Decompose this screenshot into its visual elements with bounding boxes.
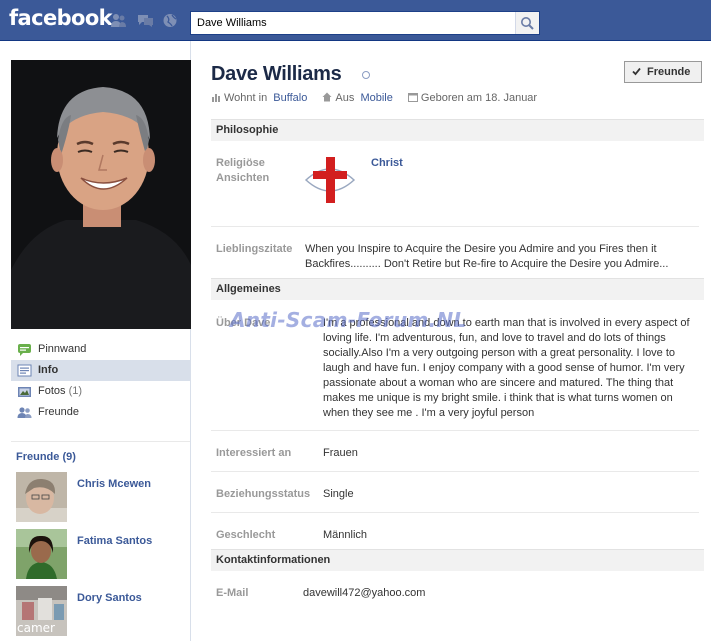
religion-cross-icon [303,154,357,206]
nav-item-freunde[interactable]: Freunde [11,402,190,423]
relationship-value: Single [323,488,354,500]
profile-main: Dave Williams Freunde Wohnt in Buffalo A… [211,41,704,641]
quotes-label: Lieblingszitate [216,243,293,255]
friends-box-header[interactable]: Freunde (9) [16,451,76,463]
gender-label: Geschlecht [216,529,276,541]
profile-picture[interactable] [11,60,191,329]
checkmark-icon [632,67,641,76]
home-icon [322,92,332,102]
divider [211,512,699,513]
hometown-link[interactable]: Mobile [360,92,392,104]
religion-value[interactable]: Christ [371,156,403,171]
email-value[interactable]: davewill472@yahoo.com [303,586,425,601]
calendar-icon [407,93,418,102]
friends-button[interactable]: Freunde [624,61,702,83]
friend-photo-image [16,472,67,522]
friends-icon [17,407,32,418]
nav-item-info[interactable]: Info [11,360,190,381]
nav-label: Freunde [38,406,79,418]
divider [211,226,699,227]
from-label: Aus [335,92,355,104]
divider [211,471,699,472]
friends-button-label: Freunde [647,66,691,78]
friend-item[interactable]: Chris Mcewen [16,472,190,524]
birthday-text: Geboren am 18. Januar [420,92,538,104]
religion-label: Religiöse Ansichten [216,157,270,184]
friend-thumbnail[interactable]: camer [16,586,67,636]
nav-label: Info [38,364,59,376]
left-sidebar: Pinnwand Info Fotos (1) Freunde Freunde … [0,41,191,641]
online-status-icon [362,71,370,79]
briefcase-icon [212,94,220,102]
gender-value: Männlich [323,529,368,541]
search-input[interactable]: Dave Williams [197,17,267,29]
nav-label: Pinnwand [38,343,87,355]
section-header-kontakt: Kontaktinformationen [211,549,704,571]
friend-item[interactable]: camer Dory Santos [16,586,190,638]
friend-name[interactable]: Dory Santos [77,592,142,604]
search-icon [521,17,534,30]
nav-label: Fotos [38,385,66,397]
friend-name[interactable]: Fatima Santos [77,535,152,547]
nav-item-pinnwand[interactable]: Pinnwand [11,339,190,360]
friend-name[interactable]: Chris Mcewen [77,478,151,490]
lives-in-link[interactable]: Buffalo [273,92,307,104]
profile-nav: Pinnwand Info Fotos (1) Freunde [11,339,190,423]
info-icon [17,364,32,377]
interested-in-label: Interessiert an [216,447,292,459]
wall-icon [18,344,31,356]
friend-photo-text: camer [17,621,55,635]
friends-requests-icon[interactable] [110,13,127,28]
profile-name: Dave Williams [211,63,342,85]
interested-in-value: Frauen [323,447,358,459]
nav-item-fotos[interactable]: Fotos (1) [11,381,190,402]
friend-item[interactable]: Fatima Santos [16,529,190,581]
messages-icon[interactable] [137,13,154,28]
search-button[interactable] [515,12,539,34]
friend-thumbnail[interactable] [16,529,67,579]
divider [211,430,699,431]
quotes-value: When you Inspire to Acquire the Desire y… [305,243,669,270]
notifications-globe-icon[interactable] [162,13,179,28]
section-header-allgemeines: Allgemeines [211,278,704,300]
friend-thumbnail[interactable] [16,472,67,522]
profile-meta: Wohnt in Buffalo Aus Mobile Geboren am 1… [211,92,549,104]
facebook-logo[interactable]: facebook [9,6,113,30]
top-bar: facebook Dave Williams [0,0,711,41]
photo-count: (1) [68,385,83,397]
profile-photo-image [11,60,191,329]
divider [11,441,190,442]
photos-icon [18,387,31,397]
about-label: Über Dave [216,317,271,329]
email-label: E-Mail [216,587,249,599]
search-box[interactable]: Dave Williams [190,11,540,35]
relationship-label: Beziehungsstatus [216,488,311,500]
friend-photo-image [16,529,67,579]
section-header-philosophie: Philosophie [211,119,704,141]
about-value: I'm a professional and down to earth man… [323,317,690,419]
lives-in-label: Wohnt in [224,92,268,104]
